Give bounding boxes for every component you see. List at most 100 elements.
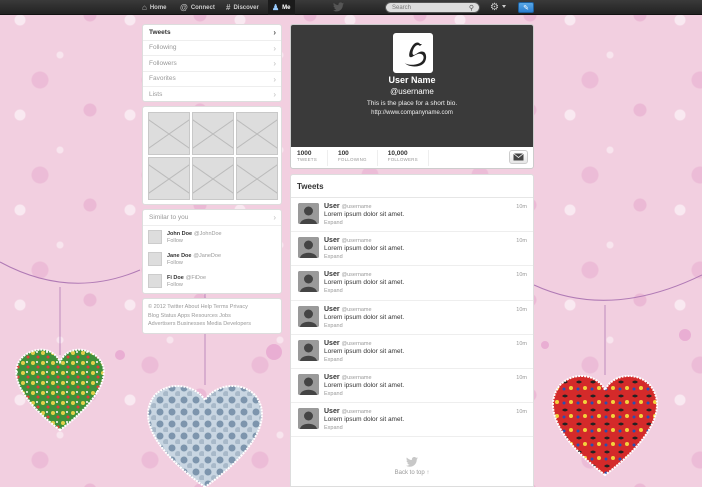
photo-thumbnail[interactable] (192, 112, 234, 155)
footer-line[interactable]: Blog Status Apps Resources Jobs (148, 312, 276, 321)
default-avatar-icon (298, 373, 319, 395)
tweet-timestamp[interactable]: 10m (516, 409, 527, 415)
tweet-author[interactable]: User (324, 340, 340, 347)
sidebar-item-tweets[interactable]: Tweets › (143, 25, 281, 41)
expand-link[interactable]: Expand (324, 254, 527, 260)
similar-header[interactable]: Similar to you › (143, 210, 281, 226)
avatar[interactable] (298, 408, 319, 430)
avatar[interactable] (298, 237, 319, 259)
expand-link[interactable]: Expand (324, 391, 527, 397)
nav-discover[interactable]: # Discover (222, 0, 263, 15)
follow-link[interactable]: Follow (167, 260, 221, 266)
tweet-item[interactable]: User @username Lorem ipsum dolor sit ame… (291, 369, 533, 404)
tweet-author[interactable]: User (324, 306, 340, 313)
nav-connect[interactable]: @ Connect (176, 0, 219, 15)
expand-link[interactable]: Expand (324, 357, 527, 363)
tweets-timeline: Tweets User @username Lorem ipsum dolor … (290, 174, 534, 487)
avatar[interactable] (298, 271, 319, 293)
sidebar-item-lists[interactable]: Lists › (143, 87, 281, 103)
sidebar-item-favorites[interactable]: Favorites › (143, 72, 281, 87)
tweet-timestamp[interactable]: 10m (516, 204, 527, 210)
back-to-top[interactable]: Back to top ↑ (291, 457, 533, 476)
sidebar-item-followers[interactable]: Followers › (143, 56, 281, 72)
follow-link[interactable]: Follow (167, 238, 222, 244)
sidebar-item-label: Lists (149, 91, 163, 99)
suggested-user-name[interactable]: Fi Doe (167, 275, 184, 281)
suggested-user[interactable]: Fi Doe @FiDoe Follow (143, 270, 281, 292)
stat-tweets[interactable]: 1000 TWEETS (297, 150, 328, 166)
profile-sidebar-nav: Tweets › Following › Followers › Favorit… (142, 24, 282, 102)
footer-line[interactable]: © 2012 Twitter About Help Terms Privacy (148, 303, 276, 312)
tweet-author[interactable]: User (324, 237, 340, 244)
tweet-item[interactable]: User @username Lorem ipsum dolor sit ame… (291, 198, 533, 233)
tweet-timestamp[interactable]: 10m (516, 272, 527, 278)
tweet-author[interactable]: User (324, 374, 340, 381)
profile-card: User Name @username This is the place fo… (290, 24, 534, 169)
search-input[interactable]: Search ⚲ (385, 2, 480, 13)
profile-stats: 1000 TWEETS 100 FOLLOWING 10,000 FOLLOWE… (291, 147, 533, 168)
profile-url[interactable]: http://www.companyname.com (291, 110, 533, 116)
search-placeholder: Search (392, 4, 412, 11)
avatar[interactable] (298, 305, 319, 327)
footer-line[interactable]: Advertisers Businesses Media Developers (148, 320, 276, 329)
search-icon[interactable]: ⚲ (469, 4, 474, 12)
default-avatar-icon (298, 271, 319, 293)
nav-home[interactable]: ⌂ Home (138, 0, 171, 15)
tweet-item[interactable]: User @username Lorem ipsum dolor sit ame… (291, 266, 533, 301)
photo-thumbnail[interactable] (236, 112, 278, 155)
follow-link[interactable]: Follow (167, 282, 206, 288)
photo-thumbnail[interactable] (236, 157, 278, 200)
tweet-author[interactable]: User (324, 203, 340, 210)
avatar[interactable] (148, 230, 162, 244)
tweet-timestamp[interactable]: 10m (516, 375, 527, 381)
suggested-user-name[interactable]: John Doe (167, 231, 192, 237)
suggested-user[interactable]: Jane Doe @JaneDoe Follow (143, 248, 281, 270)
tweet-handle: @username (341, 340, 372, 347)
tweet-item[interactable]: User @username Lorem ipsum dolor sit ame… (291, 335, 533, 369)
expand-link[interactable]: Expand (324, 425, 527, 431)
avatar[interactable] (148, 274, 162, 288)
suggested-user-name[interactable]: Jane Doe (167, 253, 191, 259)
tweet-item[interactable]: User @username Lorem ipsum dolor sit ame… (291, 232, 533, 267)
tweet-handle: @username (341, 374, 372, 381)
tweet-timestamp[interactable]: 10m (516, 307, 527, 313)
compose-tweet-button[interactable]: ✎ (518, 2, 534, 13)
twitter-bird-icon[interactable] (333, 2, 344, 12)
avatar[interactable] (298, 339, 319, 361)
avatar[interactable] (393, 33, 433, 73)
photo-thumbnail[interactable] (148, 112, 190, 155)
suggested-user-handle: @JohnDoe (194, 231, 222, 237)
expand-link[interactable]: Expand (324, 288, 527, 294)
stat-value: 10,000 (387, 150, 408, 157)
similar-header-label: Similar to you (149, 214, 189, 221)
chevron-down-icon[interactable] (502, 5, 506, 8)
gear-icon[interactable]: ⚙ (490, 1, 499, 14)
profile-bio: This is the place for a short bio. (366, 100, 458, 107)
tweet-author[interactable]: User (324, 408, 340, 415)
expand-link[interactable]: Expand (324, 323, 527, 329)
profile-header: User Name @username This is the place fo… (291, 25, 533, 147)
avatar[interactable] (148, 252, 162, 266)
avatar[interactable] (298, 203, 319, 224)
stat-label: TWEETS (297, 157, 317, 162)
suggested-user[interactable]: John Doe @JohnDoe Follow (143, 226, 281, 248)
message-button[interactable] (509, 150, 528, 164)
footer-links: © 2012 Twitter About Help Terms Privacy … (142, 298, 282, 334)
stat-followers[interactable]: 10,000 FOLLOWERS (388, 150, 429, 166)
sidebar-item-following[interactable]: Following › (143, 41, 281, 56)
tweet-text: Lorem ipsum dolor sit amet. (324, 245, 405, 253)
photo-thumbnail[interactable] (148, 157, 190, 200)
sidebar-item-label: Favorites (149, 75, 176, 83)
tweet-timestamp[interactable]: 10m (516, 341, 527, 347)
photo-thumbnail[interactable] (192, 157, 234, 200)
avatar[interactable] (298, 373, 319, 395)
nav-me[interactable]: ♟ Me (268, 0, 295, 15)
back-to-top-label: Back to top ↑ (394, 470, 430, 476)
tweet-item[interactable]: User @username Lorem ipsum dolor sit ame… (291, 403, 533, 438)
tweet-timestamp[interactable]: 10m (516, 238, 527, 244)
stat-value: 100 (337, 150, 349, 157)
expand-link[interactable]: Expand (324, 220, 527, 226)
tweet-author[interactable]: User (324, 271, 340, 278)
stat-following[interactable]: 100 FOLLOWING (338, 150, 378, 166)
tweet-item[interactable]: User @username Lorem ipsum dolor sit ame… (291, 301, 533, 335)
